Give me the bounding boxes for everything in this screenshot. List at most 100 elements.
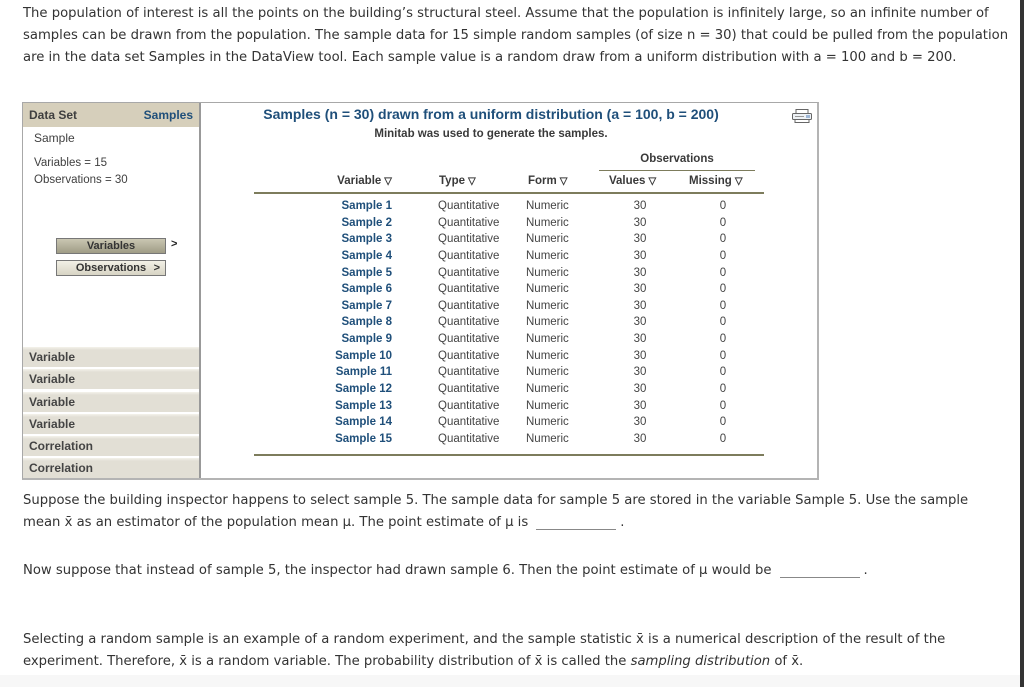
variable-link[interactable]: Sample 15 [335,433,392,445]
outro-emphasis: sampling distribution [630,654,771,669]
dataview-main: Samples (n = 30) drawn from a uniform di… [201,103,817,478]
dataset-name[interactable]: Samples [144,108,193,122]
question-1-end: . [620,515,625,530]
table-row: Sample 13 Quantitative Numeric 30 0 [201,400,817,417]
type-cell: Quantitative [438,366,500,379]
type-cell: Quantitative [438,200,500,212]
variable-link[interactable]: Sample 9 [342,333,393,345]
sort-icon: ▽ [734,176,743,187]
form-cell: Numeric [526,432,569,445]
dataset-header: Data Set Samples [23,103,199,127]
type-cell: Quantitative [438,416,500,429]
table-row: Sample 8 Quantitative Numeric 30 0 [201,316,817,333]
form-cell: Numeric [526,216,569,229]
dataset-title: Samples (n = 30) drawn from a uniform di… [263,106,719,122]
form-cell: Numeric [526,316,569,329]
variable-link[interactable]: Sample 8 [342,316,393,328]
group-divider [599,170,755,171]
observations-group-header: Observations [640,153,714,165]
table-row: Sample 11 Quantitative Numeric 30 0 [201,366,817,383]
answer-input-2[interactable] [779,563,860,578]
variable-link[interactable]: Sample 13 [335,400,392,412]
menu-item-variable[interactable]: Variable [23,369,199,390]
outro-text: Selecting a random sample is an example … [23,632,946,669]
type-cell: Quantitative [438,316,500,329]
variable-link[interactable]: Sample 11 [336,366,392,378]
variable-link[interactable]: Sample 2 [342,217,393,229]
variable-link[interactable]: Sample 12 [335,383,392,395]
values-cell: 30 [633,200,647,212]
values-cell: 30 [633,416,647,429]
form-cell: Numeric [526,366,569,379]
variable-link[interactable]: Sample 3 [342,233,393,245]
intro-paragraph: The population of interest is all the po… [23,6,1009,65]
column-label: Missing [689,175,732,187]
variable-link[interactable]: Sample 1 [342,200,393,212]
form-cell: Numeric [526,416,569,429]
menu-item-correlation[interactable]: Correlation [23,436,199,457]
variable-link[interactable]: Sample 7 [342,300,393,312]
printer-icon[interactable] [792,109,812,123]
values-cell: 30 [633,299,647,312]
table-row: Sample 10 Quantitative Numeric 30 0 [201,350,817,367]
type-cell: Quantitative [438,249,500,262]
sort-icon: ▽ [468,176,476,187]
variables-table: Sample 1 Quantitative Numeric 30 0 Sample 2 Qu… [201,200,817,450]
table-header-divider [254,192,764,194]
column-label: Values [609,175,646,187]
type-cell: Quantitative [438,233,500,246]
table-row: Sample 7 Quantitative Numeric 30 0 [201,300,817,317]
observations-button[interactable]: Observations > [56,260,166,276]
menu-item-variable[interactable]: Variable [23,347,199,367]
observations-count: Observations = 30 [34,174,128,186]
variable-link[interactable]: Sample 10 [335,350,392,362]
missing-cell: 0 [719,299,727,312]
values-cell: 30 [633,266,647,279]
values-cell: 30 [633,216,647,229]
dataview-sidebar: Data Set Samples Sample Variables = 15 O… [23,103,201,481]
variable-link[interactable]: Sample 6 [342,283,393,295]
form-cell: Numeric [526,399,569,412]
variables-button-label: Variables [86,240,136,252]
table-row: Sample 1 Quantitative Numeric 30 0 [201,200,817,217]
column-header-type[interactable]: Type ▽ [439,175,476,187]
variable-link[interactable]: Sample 4 [342,250,393,262]
form-cell: Numeric [526,299,569,312]
answer-input-1[interactable] [536,515,617,530]
values-cell: 30 [633,233,647,246]
menu-item-variable[interactable]: Variable [23,391,199,412]
values-cell: 30 [633,316,647,329]
missing-cell: 0 [719,432,727,445]
values-cell: 30 [633,399,647,412]
values-cell: 30 [633,432,647,445]
question-2-text: Now suppose that instead of sample 5, th… [23,563,772,578]
missing-cell: 0 [719,216,727,229]
type-cell: Quantitative [438,283,500,296]
variables-button[interactable]: Variables [56,238,166,254]
missing-cell: 0 [719,349,727,362]
form-cell: Numeric [526,233,569,246]
column-header-missing[interactable]: Missing ▽ [689,175,743,187]
missing-cell: 0 [719,316,727,329]
variable-link[interactable]: Sample 14 [335,416,392,428]
missing-cell: 0 [719,399,727,412]
column-header-form[interactable]: Form ▽ [528,175,567,187]
menu-item-variable[interactable]: Variable [23,413,199,434]
type-cell: Quantitative [438,266,500,279]
menu-item-correlation[interactable]: Correlation [23,458,199,479]
table-row: Sample 4 Quantitative Numeric 30 0 [201,250,817,267]
table-row: Sample 5 Quantitative Numeric 30 0 [201,267,817,284]
dataset-subtitle: Minitab was used to generate the samples… [374,128,608,140]
table-row: Sample 15 Quantitative Numeric 30 0 [201,433,817,450]
variable-link[interactable]: Sample 5 [342,267,393,279]
column-header-values[interactable]: Values ▽ [609,175,656,187]
analysis-menu: Variable Variable Variable Variable Corr… [23,347,199,481]
form-cell: Numeric [526,249,569,262]
missing-cell: 0 [719,266,727,279]
column-header-variable[interactable]: Variable ▽ [337,175,392,187]
column-label: Type [439,175,465,187]
missing-cell: 0 [719,366,727,379]
type-cell: Quantitative [438,399,500,412]
form-cell: Numeric [526,383,569,396]
table-row: Sample 14 Quantitative Numeric 30 0 [201,416,817,433]
